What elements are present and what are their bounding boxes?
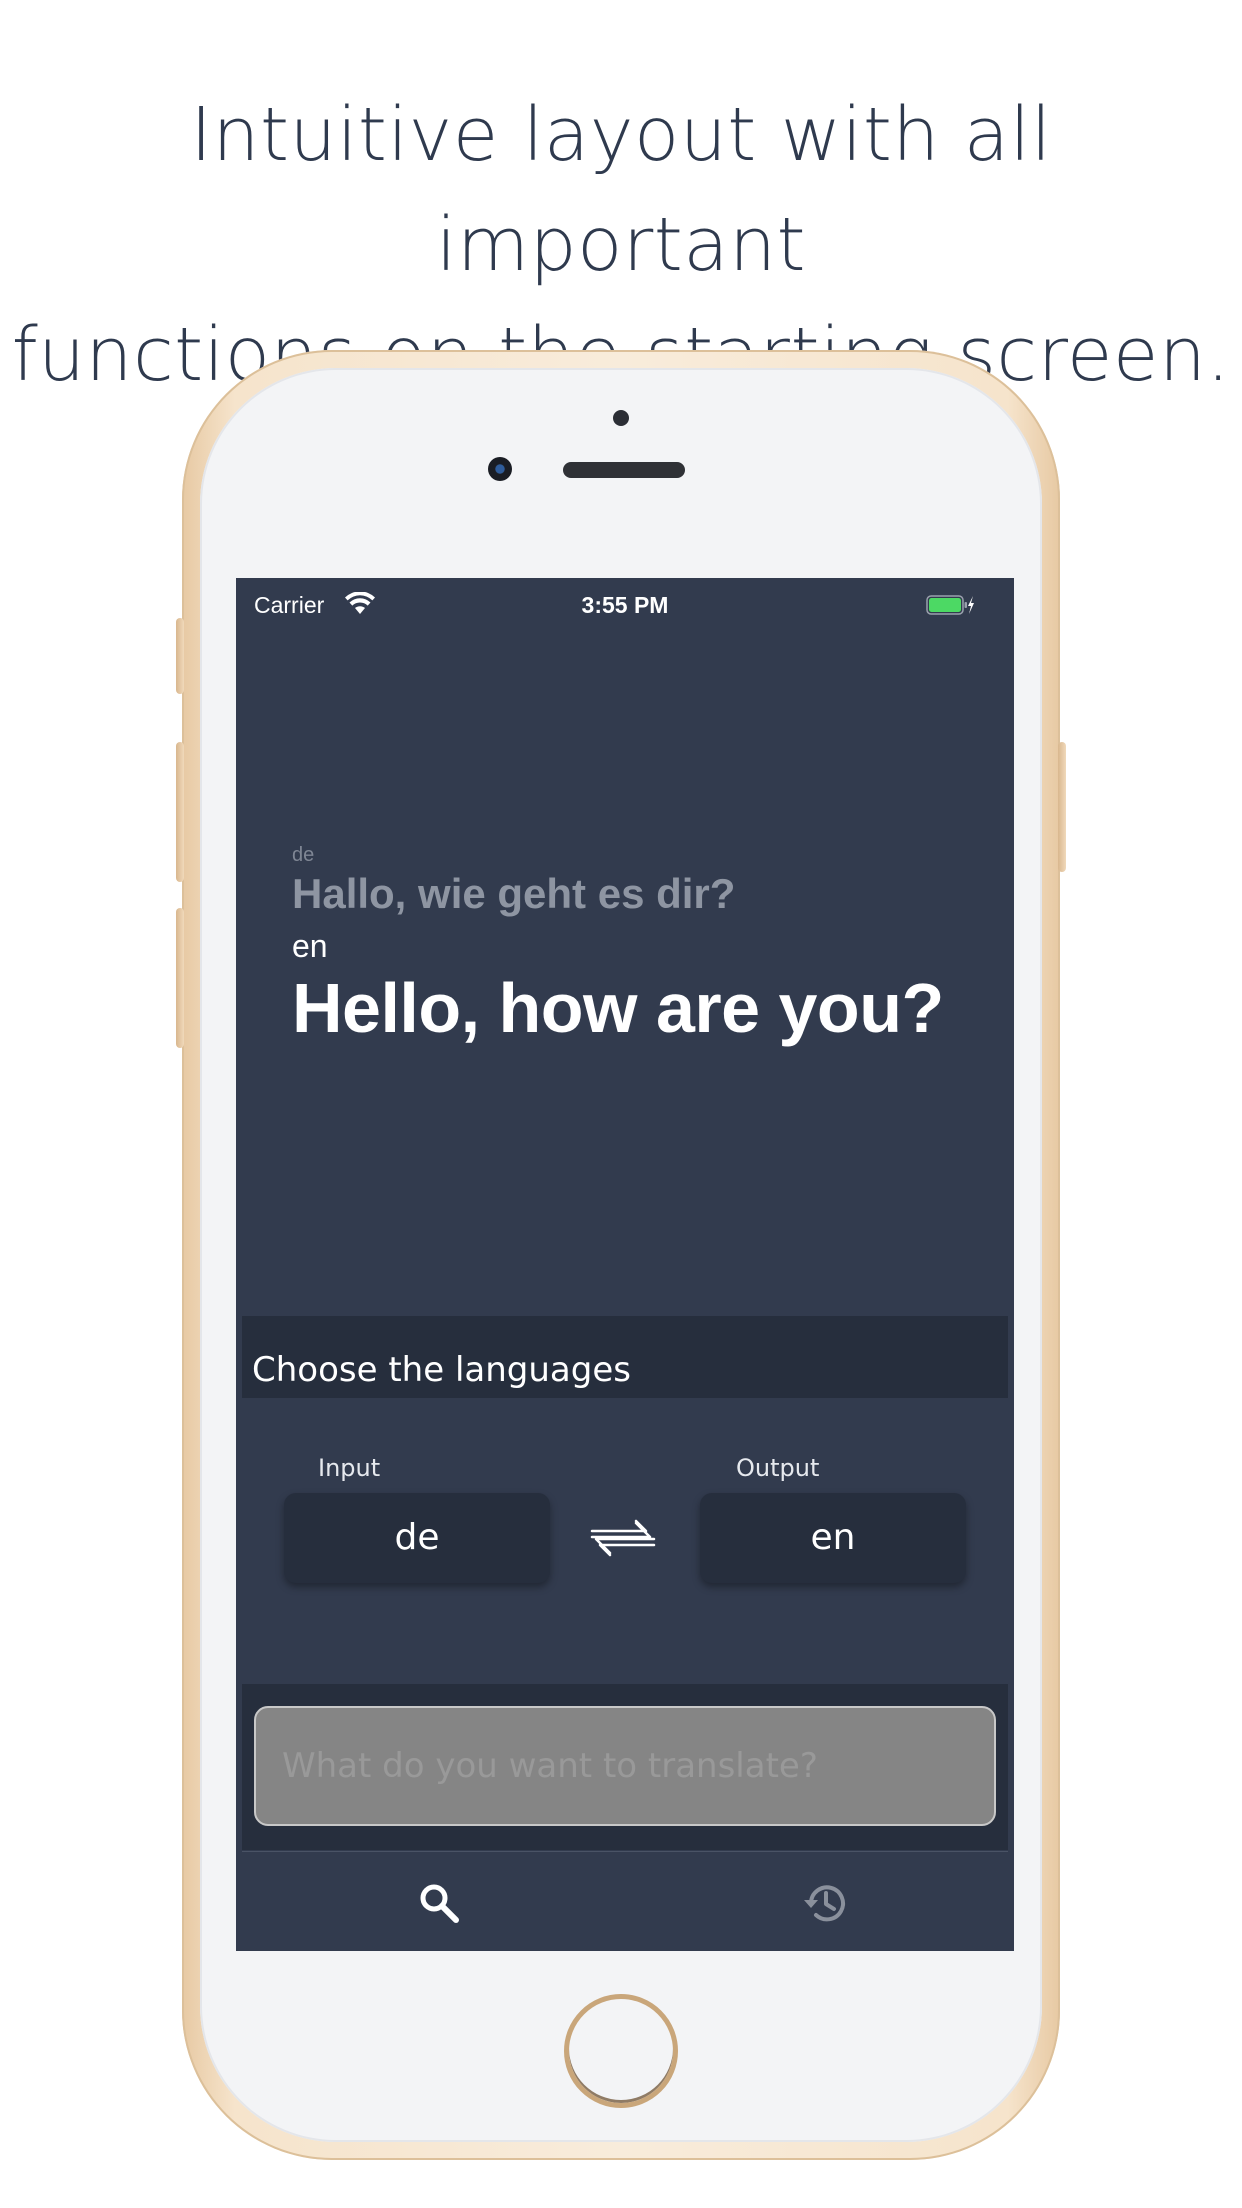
volume-up-button bbox=[176, 742, 184, 882]
swap-arrows-icon[interactable] bbox=[588, 1515, 658, 1561]
power-button bbox=[1058, 742, 1066, 872]
app-screen: Carrier 3:55 PM de Hallo, wie geht es di… bbox=[236, 578, 1014, 1951]
proximity-sensor bbox=[613, 410, 629, 426]
input-language-label: Input bbox=[318, 1454, 381, 1482]
tab-bar bbox=[242, 1851, 1008, 1951]
status-bar: Carrier 3:55 PM bbox=[236, 578, 1014, 630]
home-button[interactable] bbox=[564, 1994, 678, 2108]
history-icon[interactable] bbox=[802, 1880, 848, 1926]
source-text: Hallo, wie geht es dir? bbox=[292, 870, 736, 917]
mute-switch bbox=[176, 618, 184, 694]
section-title: Choose the languages bbox=[252, 1350, 631, 1390]
search-icon[interactable] bbox=[416, 1880, 462, 1926]
input-language-button[interactable]: de bbox=[284, 1493, 550, 1583]
source-language-code: de bbox=[292, 844, 315, 866]
earpiece-speaker bbox=[563, 462, 685, 478]
languages-section-header: Choose the languages bbox=[242, 1316, 1008, 1398]
translate-input-placeholder: What do you want to translate? bbox=[282, 1746, 818, 1786]
charging-bolt-icon bbox=[968, 596, 974, 614]
status-time: 3:55 PM bbox=[581, 592, 669, 618]
translate-input-area: What do you want to translate? bbox=[242, 1684, 1008, 1850]
output-language-label: Output bbox=[736, 1454, 820, 1482]
battery-icon bbox=[926, 595, 974, 615]
translated-text: Hello, how are you? bbox=[292, 969, 944, 1047]
front-camera bbox=[488, 457, 512, 481]
headline-line-1: Intuitive layout with all important bbox=[190, 92, 1052, 288]
target-language-code: en bbox=[292, 928, 328, 964]
volume-down-button bbox=[176, 908, 184, 1048]
translate-input[interactable]: What do you want to translate? bbox=[254, 1706, 996, 1826]
output-language-button[interactable]: en bbox=[700, 1493, 966, 1583]
